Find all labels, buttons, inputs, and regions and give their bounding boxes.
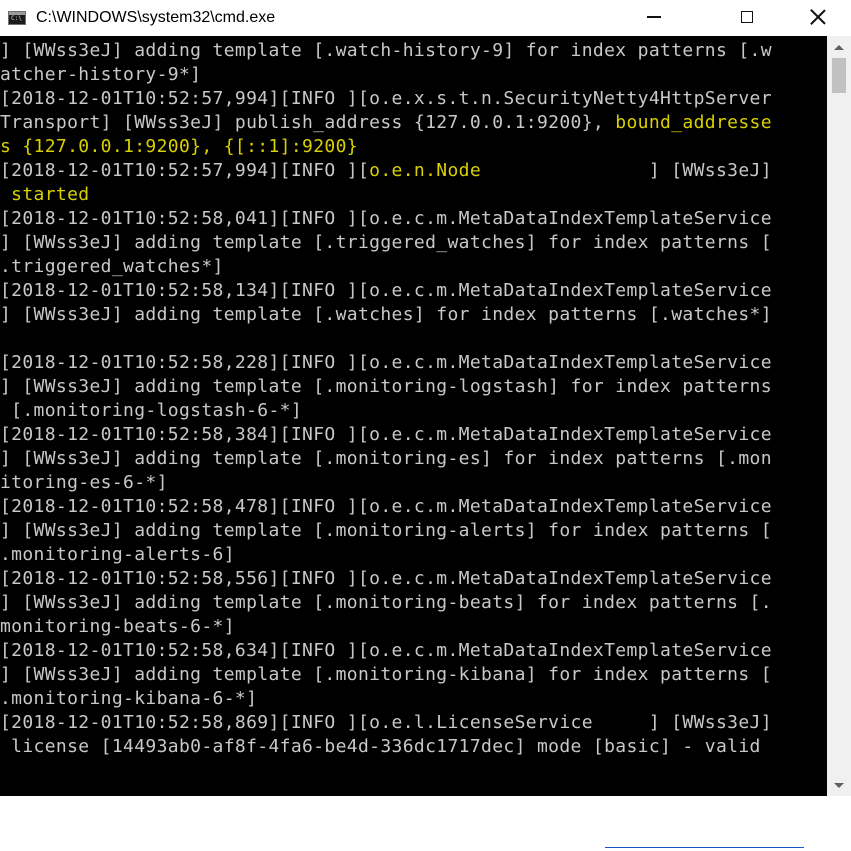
link-underline[interactable] (605, 847, 804, 848)
console-line: [2018-12-01T10:52:58,041][INFO ][o.e.c.m… (0, 207, 772, 231)
cmd-window: C:\ C:\WINDOWS\system32\cmd.exe ] [WWss3… (0, 0, 851, 796)
console-line-text: [2018-12-01T10:52:58,228][INFO ][o.e.c.m… (0, 352, 772, 373)
console-line: atcher-history-9*] (0, 63, 772, 87)
console-line-text: [2018-12-01T10:52:58,634][INFO ][o.e.c.m… (0, 640, 772, 661)
console-line: [2018-12-01T10:52:58,228][INFO ][o.e.c.m… (0, 351, 772, 375)
console-line-text: [2018-12-01T10:52:58,869][INFO ][o.e.l.L… (0, 712, 772, 733)
console-line: ] [WWss3eJ] adding template [.monitoring… (0, 447, 772, 471)
console-line-text: [.monitoring-logstash-6-*] (0, 400, 303, 421)
console-line-text: o.e.n.Node (369, 160, 482, 181)
minimize-button[interactable] (631, 0, 677, 34)
console-line: [2018-12-01T10:52:58,556][INFO ][o.e.c.m… (0, 567, 772, 591)
console-line-text: ] [WWss3eJ] adding template [.monitoring… (0, 520, 772, 541)
console-line-text: Transport] [WWss3eJ] publish_address {12… (0, 112, 616, 133)
console-line: [2018-12-01T10:52:58,634][INFO ][o.e.c.m… (0, 639, 772, 663)
console-line-text: [2018-12-01T10:52:58,556][INFO ][o.e.c.m… (0, 568, 772, 589)
console-line-text: atcher-history-9*] (0, 64, 202, 85)
console-line: itoring-es-6-*] (0, 471, 772, 495)
console-line: s {127.0.0.1:9200}, {[::1]:9200} (0, 135, 772, 159)
console-line-text: license [14493ab0-af8f-4fa6-be4d-336dc17… (0, 736, 761, 757)
console-output[interactable]: ] [WWss3eJ] adding template [.watch-hist… (0, 36, 827, 796)
console-line: [2018-12-01T10:52:58,384][INFO ][o.e.c.m… (0, 423, 772, 447)
console-line-text: ] [WWss3eJ] adding template [.watches] f… (0, 304, 772, 325)
console-line: [2018-12-01T10:52:57,994][INFO ][o.e.x.s… (0, 87, 772, 111)
console-line: ] [WWss3eJ] adding template [.monitoring… (0, 375, 772, 399)
console-line-text: ] [WWss3eJ] adding template [.monitoring… (0, 592, 772, 613)
minimize-icon (647, 16, 661, 18)
console-line-text: .triggered_watches*] (0, 256, 224, 277)
console-line-text: .monitoring-alerts-6] (0, 544, 235, 565)
console-line: .triggered_watches*] (0, 255, 772, 279)
console-line: license [14493ab0-af8f-4fa6-be4d-336dc17… (0, 735, 772, 759)
console-line: [2018-12-01T10:52:58,134][INFO ][o.e.c.m… (0, 279, 772, 303)
console-line-text: started (0, 184, 90, 205)
console-line-text: monitoring-beats-6-*] (0, 616, 235, 637)
title-bar[interactable]: C:\ C:\WINDOWS\system32\cmd.exe (0, 0, 851, 36)
console-line: started (0, 183, 772, 207)
console-line: [2018-12-01T10:52:58,478][INFO ][o.e.c.m… (0, 495, 772, 519)
window-title: C:\WINDOWS\system32\cmd.exe (36, 9, 276, 26)
arrow-down-icon (834, 782, 844, 788)
scroll-up-button[interactable] (827, 36, 851, 58)
console-line: ] [WWss3eJ] adding template [.watch-hist… (0, 39, 772, 63)
scroll-down-button[interactable] (827, 774, 851, 796)
console-line-text: ] [WWss3eJ] (481, 160, 772, 181)
close-button[interactable] (795, 0, 841, 34)
console-line: ] [WWss3eJ] adding template [.watches] f… (0, 303, 772, 327)
console-line-text: s {127.0.0.1:9200}, {[::1]:9200} (0, 136, 358, 157)
console-line: [2018-12-01T10:52:58,869][INFO ][o.e.l.L… (0, 711, 772, 735)
console-line-text: [2018-12-01T10:52:57,994][INFO ][o.e.x.s… (0, 88, 772, 109)
console-line-text: bound_addresse (615, 112, 772, 133)
console-line-text: [2018-12-01T10:52:58,478][INFO ][o.e.c.m… (0, 496, 772, 517)
console-line: [2018-12-01T10:52:57,994][INFO ][o.e.n.N… (0, 159, 772, 183)
console-line: Transport] [WWss3eJ] publish_address {12… (0, 111, 772, 135)
scroll-thumb[interactable] (832, 58, 846, 93)
console-line-text: [2018-12-01T10:52:57,994][INFO ][ (0, 160, 370, 181)
close-icon (810, 9, 826, 25)
console-line: ] [WWss3eJ] adding template [.monitoring… (0, 663, 772, 687)
console-line: .monitoring-kibana-6-*] (0, 687, 772, 711)
console-line: monitoring-beats-6-*] (0, 615, 772, 639)
console-line-text: [2018-12-01T10:52:58,041][INFO ][o.e.c.m… (0, 208, 772, 229)
console-line: ] [WWss3eJ] adding template [.triggered_… (0, 231, 772, 255)
console-line-text: ] [WWss3eJ] adding template [.monitoring… (0, 376, 772, 397)
cmd-icon[interactable]: C:\ (8, 11, 26, 25)
console-line: .monitoring-alerts-6] (0, 543, 772, 567)
console-line-text: [2018-12-01T10:52:58,384][INFO ][o.e.c.m… (0, 424, 772, 445)
console-line: [.monitoring-logstash-6-*] (0, 399, 772, 423)
maximize-icon (741, 11, 753, 23)
console-line: ] [WWss3eJ] adding template [.monitoring… (0, 591, 772, 615)
console-lines: ] [WWss3eJ] adding template [.watch-hist… (0, 39, 772, 759)
console-line-text: ] [WWss3eJ] adding template [.watch-hist… (0, 40, 772, 61)
console-line-text: ] [WWss3eJ] adding template [.monitoring… (0, 664, 772, 685)
console-line-text: itoring-es-6-*] (0, 472, 168, 493)
maximize-button[interactable] (724, 0, 770, 34)
vertical-scrollbar[interactable] (827, 36, 851, 796)
console-line-text: .monitoring-kibana-6-*] (0, 688, 258, 709)
console-line: ] [WWss3eJ] adding template [.monitoring… (0, 519, 772, 543)
console-line-text: ] [WWss3eJ] adding template [.triggered_… (0, 232, 772, 253)
console-line-text: [2018-12-01T10:52:58,134][INFO ][o.e.c.m… (0, 280, 772, 301)
console-line-text: ] [WWss3eJ] adding template [.monitoring… (0, 448, 772, 469)
arrow-up-icon (834, 44, 844, 50)
